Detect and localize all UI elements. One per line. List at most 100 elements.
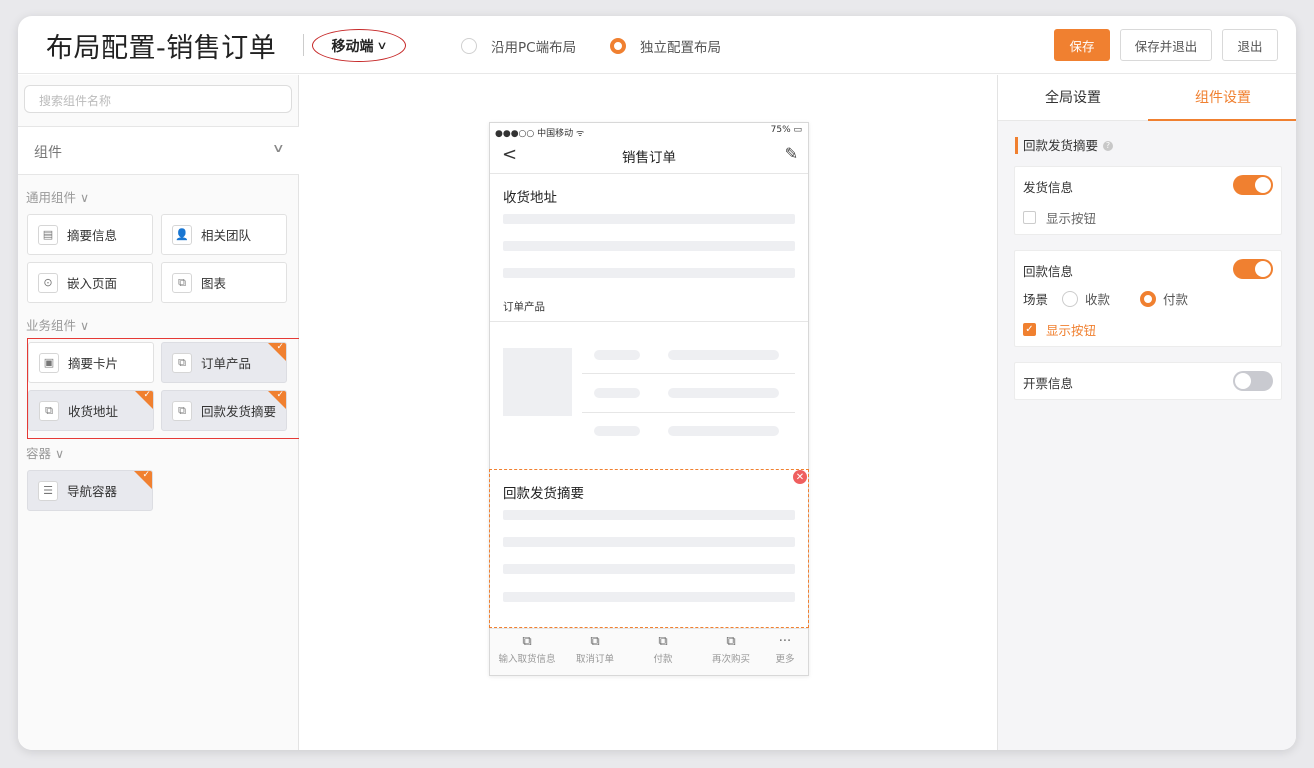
card-label: 导航容器 bbox=[67, 484, 118, 499]
document-icon: ▤ bbox=[38, 224, 58, 245]
card-related-team[interactable]: 👤 相关团队 bbox=[161, 214, 287, 255]
card-embed-page[interactable]: ⊙ 嵌入页面 bbox=[27, 262, 153, 303]
card-shipping-address[interactable]: ⧉ 收货地址 ✓ bbox=[28, 390, 154, 431]
toggle-knob bbox=[1255, 177, 1271, 193]
component-icon: ⧉ bbox=[39, 400, 59, 421]
card-label: 嵌入页面 bbox=[67, 276, 118, 291]
placeholder-pill bbox=[594, 426, 640, 436]
device-select-label: 移动端 bbox=[331, 38, 374, 55]
divider bbox=[490, 321, 808, 322]
shipping-info-toggle[interactable] bbox=[1233, 175, 1273, 195]
help-icon[interactable]: ? bbox=[1103, 140, 1114, 151]
group-general[interactable]: 通用组件 ∨ bbox=[26, 187, 89, 206]
delete-component-button[interactable]: ✕ bbox=[793, 470, 807, 484]
payment-info-toggle[interactable] bbox=[1233, 259, 1273, 279]
save-button[interactable]: 保存 bbox=[1054, 29, 1110, 61]
card-nav-container[interactable]: ☰ 导航容器 ✓ bbox=[27, 470, 153, 511]
card-summary-card[interactable]: ▣ 摘要卡片 bbox=[28, 342, 154, 383]
payment-show-button-checkbox[interactable]: ✓ 显示按钮 bbox=[1023, 320, 1096, 339]
settings-section-title-text: 回款发货摘要 bbox=[1023, 138, 1099, 153]
card-order-products[interactable]: ⧉ 订单产品 ✓ bbox=[161, 342, 287, 383]
preview-canvas: ●●●○○ 中国移动 ᯤ 75% ▭ < 销售订单 ✎ 收货地址 订单产品 ✕ … bbox=[299, 75, 997, 750]
tab-component-settings[interactable]: 组件设置 bbox=[1148, 75, 1296, 121]
placeholder-bar bbox=[503, 241, 795, 251]
group-container[interactable]: 容器 ∨ bbox=[26, 443, 64, 462]
card-label: 订单产品 bbox=[201, 356, 252, 371]
action-pay[interactable]: ⧉ 付款 bbox=[628, 633, 698, 665]
action-label: 再次购买 bbox=[711, 654, 750, 665]
action-label: 输入取货信息 bbox=[498, 654, 556, 665]
radio-label: 收款 bbox=[1085, 292, 1111, 307]
group-container-label: 容器 bbox=[26, 446, 52, 461]
device-select[interactable]: 移动端 ∨ bbox=[312, 29, 406, 62]
embed-icon: ⊙ bbox=[38, 272, 58, 293]
pencil-icon[interactable]: ✎ bbox=[785, 144, 798, 163]
placeholder-pill bbox=[594, 388, 640, 398]
phone-status-bar: ●●●○○ 中国移动 ᯤ 75% ▭ bbox=[490, 123, 808, 139]
action-more[interactable]: ··· 更多 bbox=[750, 633, 820, 665]
exit-button[interactable]: 退出 bbox=[1222, 29, 1278, 61]
check-icon: ✓ bbox=[143, 390, 151, 400]
action-icon: ⧉ bbox=[590, 634, 600, 649]
user-icon: 👤 bbox=[172, 224, 192, 245]
component-search-input[interactable]: 搜索组件名称 bbox=[24, 85, 292, 113]
component-panel: 搜索组件名称 组件 ∨ 通用组件 ∨ ▤ 摘要信息 👤 相关团队 ⊙ 嵌入页面 … bbox=[18, 75, 301, 750]
section-order-products[interactable]: 订单产品 bbox=[503, 299, 545, 314]
scene-option-pay[interactable]: 付款 bbox=[1140, 289, 1188, 308]
radio-independent-layout[interactable]: 独立配置布局 bbox=[610, 36, 721, 56]
chevron-down-icon: ∨ bbox=[272, 141, 286, 155]
section-shipping-address[interactable]: 收货地址 bbox=[503, 186, 557, 206]
divider bbox=[582, 373, 795, 374]
card-label: 相关团队 bbox=[201, 228, 252, 243]
invoice-info-toggle[interactable] bbox=[1233, 371, 1273, 391]
radio-pc-layout[interactable]: 沿用PC端布局 bbox=[461, 36, 576, 56]
action-enter-pickup[interactable]: ⧉ 输入取货信息 bbox=[492, 633, 562, 665]
placeholder-bar bbox=[503, 214, 795, 224]
scene-option-receive[interactable]: 收款 bbox=[1062, 289, 1110, 308]
radio-label: 付款 bbox=[1163, 292, 1189, 307]
radio-selected-icon bbox=[1140, 290, 1157, 307]
scene-label: 场景 bbox=[1023, 292, 1049, 307]
card-label: 摘要卡片 bbox=[68, 356, 119, 371]
action-cancel-order[interactable]: ⧉ 取消订单 bbox=[560, 633, 630, 665]
component-icon: ⧉ bbox=[172, 400, 192, 421]
shipping-info-card: 发货信息 显示按钮 bbox=[1014, 166, 1282, 235]
action-icon: ⧉ bbox=[522, 634, 532, 649]
group-business[interactable]: 业务组件 ∨ bbox=[26, 315, 89, 334]
settings-section-title: 回款发货摘要 ? bbox=[1015, 137, 1114, 154]
shipping-info-label: 发货信息 bbox=[1023, 180, 1074, 195]
list-icon: ☰ bbox=[38, 480, 58, 501]
card-summary-info[interactable]: ▤ 摘要信息 bbox=[27, 214, 153, 255]
check-icon: ✓ bbox=[276, 342, 284, 352]
card-label: 图表 bbox=[201, 276, 227, 291]
more-icon: ··· bbox=[778, 634, 792, 649]
radio-pc-layout-label: 沿用PC端布局 bbox=[491, 40, 577, 56]
check-icon: ✓ bbox=[142, 470, 150, 480]
placeholder-bar bbox=[503, 592, 795, 602]
placeholder-pill bbox=[668, 350, 779, 360]
checkbox-label: 显示按钮 bbox=[1046, 323, 1097, 338]
save-exit-button[interactable]: 保存并退出 bbox=[1120, 29, 1212, 61]
card-payment-summary[interactable]: ⧉ 回款发货摘要 ✓ bbox=[161, 390, 287, 431]
components-accordion[interactable]: 组件 ∨ bbox=[18, 126, 299, 175]
tab-global-settings[interactable]: 全局设置 bbox=[998, 75, 1148, 121]
component-icon: ⧉ bbox=[172, 352, 192, 373]
radio-independent-layout-label: 独立配置布局 bbox=[640, 40, 721, 56]
placeholder-bar bbox=[503, 510, 795, 520]
placeholder-pill bbox=[668, 426, 779, 436]
placeholder-bar bbox=[503, 564, 795, 574]
phone-action-bar: ⧉ 输入取货信息 ⧉ 取消订单 ⧉ 付款 ⧉ 再次购买 ··· 更多 bbox=[490, 628, 808, 675]
phone-nav-bar: < 销售订单 ✎ bbox=[490, 137, 808, 174]
check-icon: ✓ bbox=[1023, 323, 1036, 336]
card-chart[interactable]: ⧉ 图表 bbox=[161, 262, 287, 303]
shipping-show-button-checkbox[interactable]: 显示按钮 bbox=[1023, 208, 1096, 227]
section-payment-summary[interactable]: 回款发货摘要 bbox=[503, 482, 584, 502]
radio-circle-icon bbox=[461, 38, 477, 54]
phone-preview: ●●●○○ 中国移动 ᯤ 75% ▭ < 销售订单 ✎ 收货地址 订单产品 ✕ … bbox=[489, 122, 809, 676]
header-bar: 布局配置-销售订单 移动端 ∨ 沿用PC端布局 独立配置布局 保存 保存并退出 … bbox=[18, 16, 1296, 74]
group-business-label: 业务组件 bbox=[26, 318, 77, 333]
radio-circle-icon bbox=[1062, 290, 1079, 307]
card-label: 摘要信息 bbox=[67, 228, 118, 243]
toggle-knob bbox=[1235, 373, 1251, 389]
action-label: 取消订单 bbox=[575, 654, 614, 665]
